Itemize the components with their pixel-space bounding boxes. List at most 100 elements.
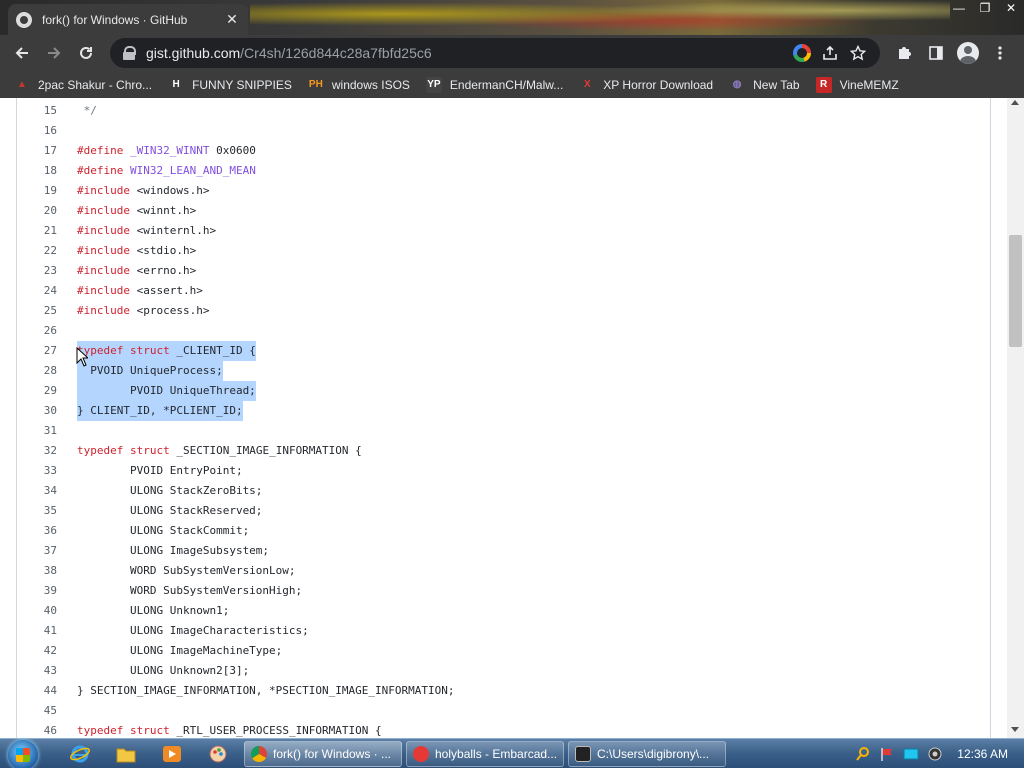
code-line[interactable]: 30} CLIENT_ID, *PCLIENT_ID; (17, 401, 977, 421)
line-number[interactable]: 21 (17, 221, 57, 241)
display-icon[interactable] (903, 746, 919, 762)
bookmark-item[interactable]: X XP Horror Download (579, 77, 713, 93)
code-line[interactable]: 40 ULONG Unknown1; (17, 601, 977, 621)
line-number[interactable]: 26 (17, 321, 57, 341)
code-line[interactable]: 22 #include <stdio.h> (17, 241, 977, 261)
code-line[interactable]: 19 #include <windows.h> (17, 181, 977, 201)
taskbar-task-dev-cpp[interactable]: holyballs - Embarcad... (406, 741, 564, 767)
line-number[interactable]: 16 (17, 121, 57, 141)
line-number[interactable]: 38 (17, 561, 57, 581)
reload-button[interactable] (70, 37, 102, 69)
bookmark-item[interactable]: ▲ 2pac Shakur - Chro... (14, 77, 152, 93)
line-number[interactable]: 31 (17, 421, 57, 441)
address-bar[interactable]: gist.github.com/Cr4sh/126d844c28a7fbfd25… (110, 38, 880, 68)
line-number[interactable]: 20 (17, 201, 57, 221)
bookmark-item[interactable]: PH windows ISOS (308, 77, 410, 93)
line-number[interactable]: 15 (17, 101, 57, 121)
line-number[interactable]: 39 (17, 581, 57, 601)
line-number[interactable]: 46 (17, 721, 57, 738)
line-number[interactable]: 43 (17, 661, 57, 681)
line-number[interactable]: 30 (17, 401, 57, 421)
line-number[interactable]: 33 (17, 461, 57, 481)
menu-button[interactable] (984, 37, 1016, 69)
profile-button[interactable] (952, 37, 984, 69)
clock[interactable]: 12:36 AM (957, 747, 1008, 761)
line-number[interactable]: 19 (17, 181, 57, 201)
bookmark-star-button[interactable] (844, 39, 872, 67)
taskbar-task-cmd[interactable]: C:\Users\digibrony\... (568, 741, 726, 767)
scrollbar-thumb[interactable] (1009, 235, 1022, 347)
tab-active[interactable]: fork() for Windows · GitHub ✕ (8, 4, 248, 35)
line-number[interactable]: 42 (17, 641, 57, 661)
line-number[interactable]: 25 (17, 301, 57, 321)
minimize-button[interactable]: — (946, 0, 972, 18)
code-line[interactable]: 28 PVOID UniqueProcess; (17, 361, 977, 381)
taskbar-task-chrome[interactable]: fork() for Windows · ... (244, 741, 402, 767)
code-line[interactable]: 35 ULONG StackReserved; (17, 501, 977, 521)
bookmark-item[interactable]: ◍ New Tab (729, 77, 800, 93)
extensions-button[interactable] (888, 37, 920, 69)
line-number[interactable]: 32 (17, 441, 57, 461)
code-line[interactable]: 20 #include <winnt.h> (17, 201, 977, 221)
scroll-down-arrow-icon[interactable] (1011, 727, 1019, 732)
code-line[interactable]: 41 ULONG ImageCharacteristics; (17, 621, 977, 641)
line-number[interactable]: 17 (17, 141, 57, 161)
line-number[interactable]: 24 (17, 281, 57, 301)
code-line[interactable]: 43 ULONG Unknown2[3]; (17, 661, 977, 681)
scroll-up-arrow-icon[interactable] (1011, 100, 1019, 105)
line-number[interactable]: 36 (17, 521, 57, 541)
code-line[interactable]: 42 ULONG ImageMachineType; (17, 641, 977, 661)
taskbar-pin-explorer[interactable] (114, 743, 138, 765)
side-panel-button[interactable] (920, 37, 952, 69)
line-number[interactable]: 45 (17, 701, 57, 721)
google-lens-button[interactable] (788, 39, 816, 67)
line-number[interactable]: 22 (17, 241, 57, 261)
flag-icon[interactable] (879, 746, 895, 762)
code-line[interactable]: 44} SECTION_IMAGE_INFORMATION, *PSECTION… (17, 681, 977, 701)
code-line[interactable]: 16 (17, 121, 977, 141)
close-tab-icon[interactable]: ✕ (224, 11, 240, 28)
url-text[interactable]: gist.github.com/Cr4sh/126d844c28a7fbfd25… (146, 45, 788, 61)
back-button[interactable] (6, 37, 38, 69)
code-line[interactable]: 45 (17, 701, 977, 721)
line-number[interactable]: 37 (17, 541, 57, 561)
line-number[interactable]: 23 (17, 261, 57, 281)
bookmark-item[interactable]: H FUNNY SNIPPIES (168, 77, 291, 93)
line-number[interactable]: 41 (17, 621, 57, 641)
code-line[interactable]: 46 typedef struct _RTL_USER_PROCESS_INFOR… (17, 721, 977, 738)
code-line[interactable]: 36 ULONG StackCommit; (17, 521, 977, 541)
code-line[interactable]: 27 typedef struct _CLIENT_ID { (17, 341, 977, 361)
taskbar-pin-ie[interactable] (68, 743, 92, 765)
start-button[interactable] (8, 740, 38, 768)
gist-code-view[interactable]: 15 */16 17 #define _WIN32_WINNT 0x0600 18 #d… (16, 98, 991, 738)
forward-button[interactable] (38, 37, 70, 69)
code-line[interactable]: 21 #include <winternl.h> (17, 221, 977, 241)
code-line[interactable]: 18 #define WIN32_LEAN_AND_MEAN (17, 161, 977, 181)
code-line[interactable]: 24 #include <assert.h> (17, 281, 977, 301)
taskbar-pin-media-player[interactable] (160, 743, 184, 765)
line-number[interactable]: 28 (17, 361, 57, 381)
code-line[interactable]: 23 #include <errno.h> (17, 261, 977, 281)
line-number[interactable]: 34 (17, 481, 57, 501)
page-scrollbar[interactable] (1007, 98, 1024, 738)
maximize-button[interactable]: ❐ (972, 0, 998, 18)
code-line[interactable]: 29 PVOID UniqueThread; (17, 381, 977, 401)
code-line[interactable]: 37 ULONG ImageSubsystem; (17, 541, 977, 561)
code-line[interactable]: 17 #define _WIN32_WINNT 0x0600 (17, 141, 977, 161)
line-number[interactable]: 40 (17, 601, 57, 621)
code-line[interactable]: 34 ULONG StackZeroBits; (17, 481, 977, 501)
code-line[interactable]: 39 WORD SubSystemVersionHigh; (17, 581, 977, 601)
share-button[interactable] (816, 39, 844, 67)
line-number[interactable]: 35 (17, 501, 57, 521)
page-viewport[interactable]: 15 */16 17 #define _WIN32_WINNT 0x0600 18 #d… (0, 98, 1024, 738)
code-line[interactable]: 31 (17, 421, 977, 441)
taskbar-pin-paint[interactable] (206, 743, 230, 765)
volume-icon[interactable] (927, 746, 943, 762)
search-icon[interactable] (855, 746, 871, 762)
code-line[interactable]: 38 WORD SubSystemVersionLow; (17, 561, 977, 581)
line-number[interactable]: 44 (17, 681, 57, 701)
code-line[interactable]: 32 typedef struct _SECTION_IMAGE_INFORMAT… (17, 441, 977, 461)
bookmark-item[interactable]: R VineMEMZ (815, 76, 899, 93)
code-line[interactable]: 33 PVOID EntryPoint; (17, 461, 977, 481)
code-line[interactable]: 25 #include <process.h> (17, 301, 977, 321)
